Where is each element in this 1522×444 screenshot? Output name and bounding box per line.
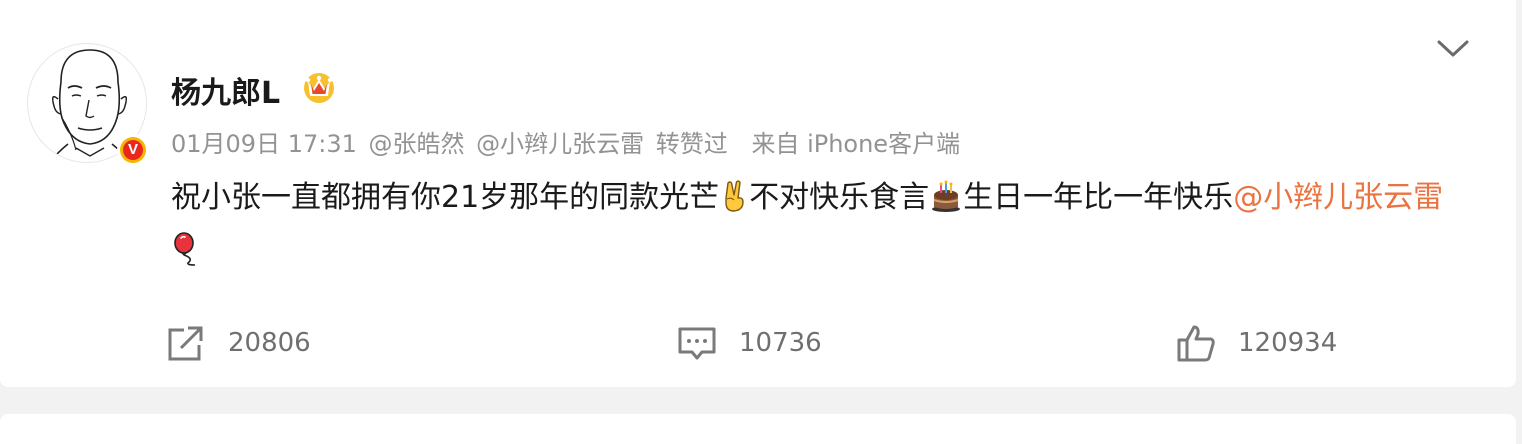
username[interactable]: 杨九郎L — [171, 68, 280, 112]
comment-count: 10736 — [739, 328, 822, 358]
comment-button[interactable]: 10736 — [677, 318, 822, 368]
repost-button[interactable]: 20806 — [166, 318, 311, 368]
verified-badge: V — [117, 134, 149, 166]
content-text-3: 生日一年比一年快乐 — [963, 180, 1234, 215]
liked-by-label: 转赞过 — [655, 130, 728, 158]
post-content: 祝小张一直都拥有你21岁那年的同款光芒 不对快乐食言 生日一年比一年快乐@小辫儿… — [171, 171, 1481, 277]
comment-icon — [678, 327, 716, 360]
cake-icon — [932, 180, 961, 212]
chevron-down-icon[interactable] — [1436, 37, 1470, 61]
content-text-1: 祝小张一直都拥有你21岁那年的同款光芒 — [171, 180, 720, 215]
post-timestamp[interactable]: 01月09日 17:31 — [171, 130, 357, 158]
like-count: 120934 — [1238, 328, 1338, 358]
verified-badge-letter: V — [123, 140, 143, 160]
content-mention[interactable]: @小辫儿张云雷 — [1233, 180, 1443, 215]
victory-hand-icon — [725, 180, 744, 212]
meta-mention-2[interactable]: @小辫儿张云雷 — [476, 130, 644, 158]
like-button[interactable]: 120934 — [1176, 318, 1337, 368]
next-post-card — [0, 414, 1516, 444]
balloon-icon — [174, 232, 196, 266]
meta-mention-1[interactable]: @张皓然 — [369, 130, 465, 158]
post-meta: 01月09日 17:31 @张皓然 @小辫儿张云雷 转赞过 来自 iPhone客… — [171, 124, 964, 159]
post-source: 来自 iPhone客户端 — [751, 130, 961, 158]
repost-count: 20806 — [228, 328, 311, 358]
repost-icon — [168, 326, 203, 361]
crown-icon[interactable] — [301, 70, 337, 104]
post-card: V 杨九郎L 01月09日 17:31 @张皓然 @小辫儿张云雷 转赞过 来自 … — [0, 0, 1516, 387]
thumbs-up-icon — [1177, 325, 1215, 362]
content-text-2: 不对快乐食言 — [749, 180, 930, 215]
